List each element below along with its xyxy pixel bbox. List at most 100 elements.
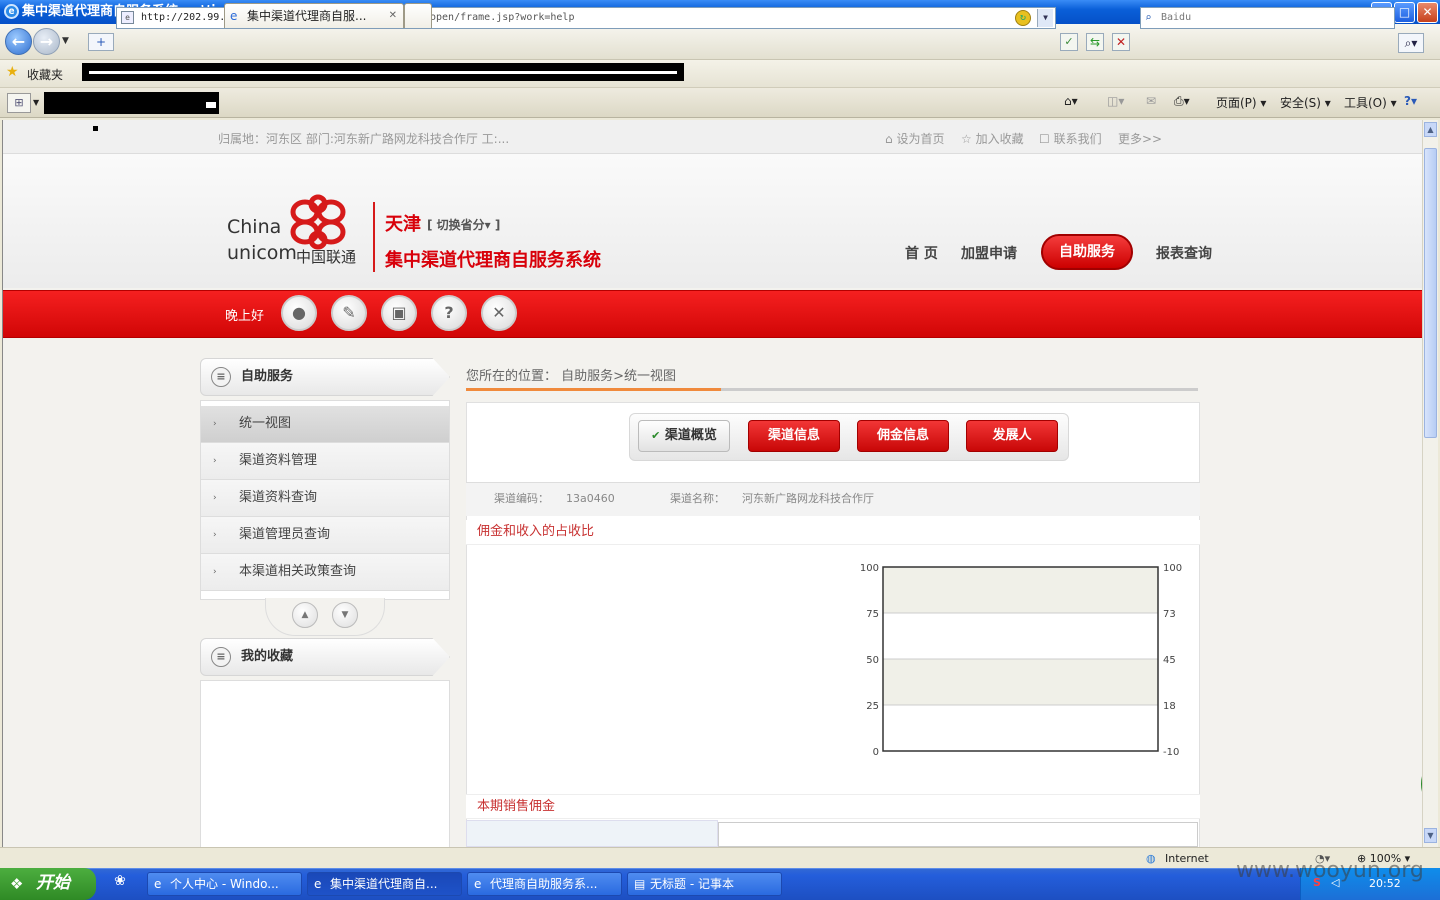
scroll-down-icon[interactable]: ▼: [332, 602, 358, 628]
scroll-up-icon[interactable]: ▲: [292, 602, 318, 628]
chevron-right-icon: ›: [213, 419, 217, 429]
mail-icon[interactable]: ✉: [1146, 94, 1156, 108]
print-icon[interactable]: ⎙▾: [1174, 94, 1190, 109]
tools-menu[interactable]: 工具(O) ▾: [1344, 94, 1397, 111]
nav-join[interactable]: 加盟申请: [961, 243, 1017, 263]
home-icon[interactable]: ⌂▾: [1064, 94, 1078, 108]
scroll-up-arrow-icon[interactable]: ▲: [1424, 122, 1437, 137]
system-name: 集中渠道代理商自服务系统: [385, 250, 601, 271]
page-menu[interactable]: 页面(P) ▾: [1216, 94, 1266, 111]
tab-channel-info[interactable]: 渠道信息: [748, 420, 840, 452]
refresh-icon[interactable]: ⇆: [1086, 33, 1104, 51]
history-dropdown-icon[interactable]: ▼: [62, 36, 69, 46]
notepad-icon: ▤: [634, 877, 646, 891]
contact-link[interactable]: ☐ 联系我们: [1039, 130, 1102, 147]
logout-icon[interactable]: ✕: [481, 295, 517, 331]
set-home-link[interactable]: ⌂ 设为首页: [885, 130, 944, 147]
task-label: 集中渠道代理商自...: [330, 877, 438, 891]
switch-province-link[interactable]: [ 切换省分▾ ]: [427, 216, 500, 233]
quicklaunch-icon[interactable]: ❀: [108, 873, 132, 895]
sidebar-section-self-service[interactable]: ≡ 自助服务: [200, 358, 450, 396]
help-icon[interactable]: ?▾: [1404, 94, 1417, 108]
search-input[interactable]: ⌕ Baidu: [1140, 7, 1395, 29]
chevron-right-icon: ›: [213, 530, 217, 540]
address-dropdown-icon[interactable]: ▼: [1037, 9, 1053, 27]
breadcrumb: 您所在的位置： 自助服务>统一视图: [466, 369, 677, 384]
contact-label: 联系我们: [1053, 132, 1102, 146]
ie-task-icon: e: [314, 877, 322, 891]
nav-home[interactable]: 首 页: [905, 243, 938, 263]
user-profile-icon[interactable]: ●: [281, 295, 317, 331]
safety-menu[interactable]: 安全(S) ▾: [1280, 94, 1331, 111]
tab-developer[interactable]: 发展人: [966, 420, 1058, 452]
sidebar-item-unified-view[interactable]: › 统一视图: [201, 406, 449, 443]
star-icon: ★: [6, 64, 19, 80]
more-link[interactable]: 更多>>: [1118, 130, 1162, 147]
chart-right-tick-label: 73: [1163, 609, 1176, 620]
sidebar-item-channel-data-mgmt[interactable]: › 渠道资料管理: [201, 443, 449, 480]
status-bar: ◍ Internet ◔▾ ⊕ 100% ▾: [0, 847, 1440, 868]
sidebar-section-favorites[interactable]: ≡ 我的收藏: [200, 638, 450, 676]
help-circle-icon[interactable]: ?: [431, 295, 467, 331]
page-icon: e: [121, 11, 134, 24]
chart-left-tick-label: 0: [873, 747, 879, 755]
tab-close-icon[interactable]: ✕: [389, 4, 397, 28]
feeds-icon[interactable]: ◫▾: [1107, 94, 1124, 108]
nav-reports[interactable]: 报表查询: [1156, 243, 1212, 263]
stop-icon[interactable]: ✕: [1112, 33, 1130, 51]
quick-tabs-icon[interactable]: ⊞: [7, 93, 31, 113]
menu-icon: ≡: [211, 647, 231, 667]
sidebar-item-channel-data-query[interactable]: › 渠道资料查询: [201, 480, 449, 517]
sales-table-header: [466, 820, 718, 847]
taskbar-item-agent-system[interactable]: e 代理商自助服务系...: [467, 872, 622, 896]
taskbar-item-personal-center[interactable]: e 个人中心 - Windo...: [147, 872, 302, 896]
redacted-tab: [44, 92, 219, 114]
chart-right-tick-label: -10: [1163, 747, 1179, 755]
scroll-thumb[interactable]: [1424, 148, 1437, 438]
chart-grid-band: [883, 613, 1158, 659]
back-button[interactable]: ←: [5, 28, 32, 55]
chart-grid-band: [883, 659, 1158, 705]
favorites-button[interactable]: 收藏夹: [27, 66, 63, 83]
chart-grid-band: [883, 567, 1158, 613]
chart-left-tick-label: 25: [866, 701, 879, 712]
channel-code-value: 13a0460: [566, 492, 615, 505]
rss-check-icon[interactable]: ✓: [1060, 33, 1078, 51]
compat-view-icon[interactable]: ↻: [1015, 10, 1031, 26]
start-button[interactable]: ❖ 开始: [0, 868, 96, 900]
nav-self-service[interactable]: 自助服务: [1041, 234, 1133, 270]
check-icon: ✔: [651, 429, 661, 442]
page-menu-label: 页面(P): [1216, 96, 1257, 110]
tab-list-dropdown-icon[interactable]: ▼: [33, 98, 39, 107]
vertical-scrollbar[interactable]: ▲ ▼: [1422, 120, 1438, 847]
close-button[interactable]: ✕: [1417, 2, 1438, 23]
taskbar-item-channel-system[interactable]: e 集中渠道代理商自...: [307, 872, 462, 896]
sidebar-pager: [265, 598, 385, 636]
tab-channel-overview[interactable]: ✔ 渠道概览: [638, 420, 730, 452]
tab-commission-info[interactable]: 佣金信息: [857, 420, 949, 452]
forward-button[interactable]: →: [33, 28, 60, 55]
tab-label: 渠道概览: [664, 428, 717, 443]
tab-active[interactable]: e 集中渠道代理商自服... ✕: [224, 3, 404, 28]
logo-china: China: [227, 216, 282, 238]
new-page-icon[interactable]: +: [88, 33, 114, 51]
chart-right-tick-label: 18: [1163, 701, 1176, 712]
search-provider-icon: ⌕: [1145, 11, 1152, 24]
channel-name-value: 河东新广路网龙科技合作厅: [742, 492, 874, 505]
wrench-icon[interactable]: ✎: [331, 295, 367, 331]
set-home-label: 设为首页: [896, 132, 945, 146]
redacted-dot: [93, 126, 98, 131]
new-tab-button[interactable]: [404, 3, 432, 28]
lock-icon[interactable]: ▣: [381, 295, 417, 331]
province-name: 天津: [385, 214, 421, 235]
maximize-button[interactable]: □: [1394, 2, 1415, 23]
add-favorite-link[interactable]: ☆ 加入收藏: [961, 130, 1024, 147]
sidebar-item-admin-query[interactable]: › 渠道管理员查询: [201, 517, 449, 554]
scroll-down-arrow-icon[interactable]: ▼: [1424, 828, 1437, 843]
ratio-chart: 100 100 75 73 50 45 25 18 0 -10: [860, 563, 1182, 755]
sidebar-item-policy-query[interactable]: › 本渠道相关政策查询: [201, 554, 449, 591]
taskbar-item-notepad[interactable]: ▤ 无标题 - 记事本: [627, 872, 782, 896]
sidebar-section-label: 自助服务: [241, 369, 294, 384]
search-button-icon[interactable]: ⌕▾: [1398, 33, 1424, 53]
tab-ie-icon: e: [230, 9, 238, 23]
